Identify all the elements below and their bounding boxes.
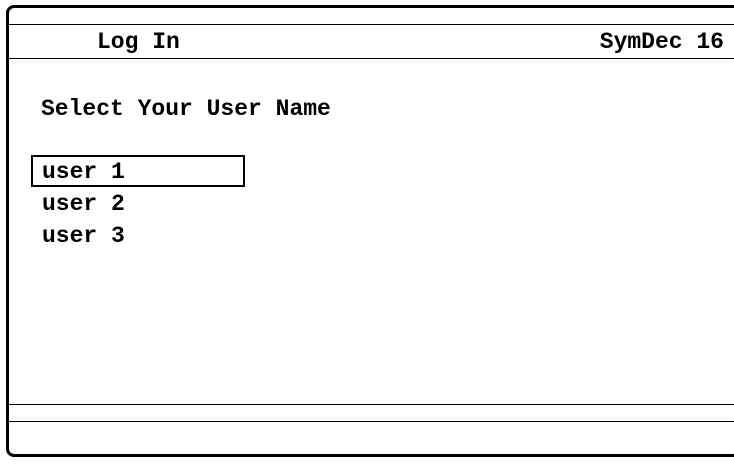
header-bottom-divider (9, 58, 734, 59)
user-list-item-3[interactable]: user 3 (31, 219, 245, 251)
footer-top-divider (9, 404, 734, 405)
footer-bottom-divider (9, 421, 734, 422)
page-title: Log In (97, 29, 180, 55)
user-list-item-1[interactable]: user 1 (31, 155, 245, 187)
device-name: SymDec 16 (599, 29, 724, 55)
user-list-item-2[interactable]: user 2 (31, 187, 245, 219)
select-user-prompt: Select Your User Name (41, 96, 331, 122)
header-top-divider (9, 24, 734, 25)
user-list: user 1 user 2 user 3 (31, 155, 245, 251)
